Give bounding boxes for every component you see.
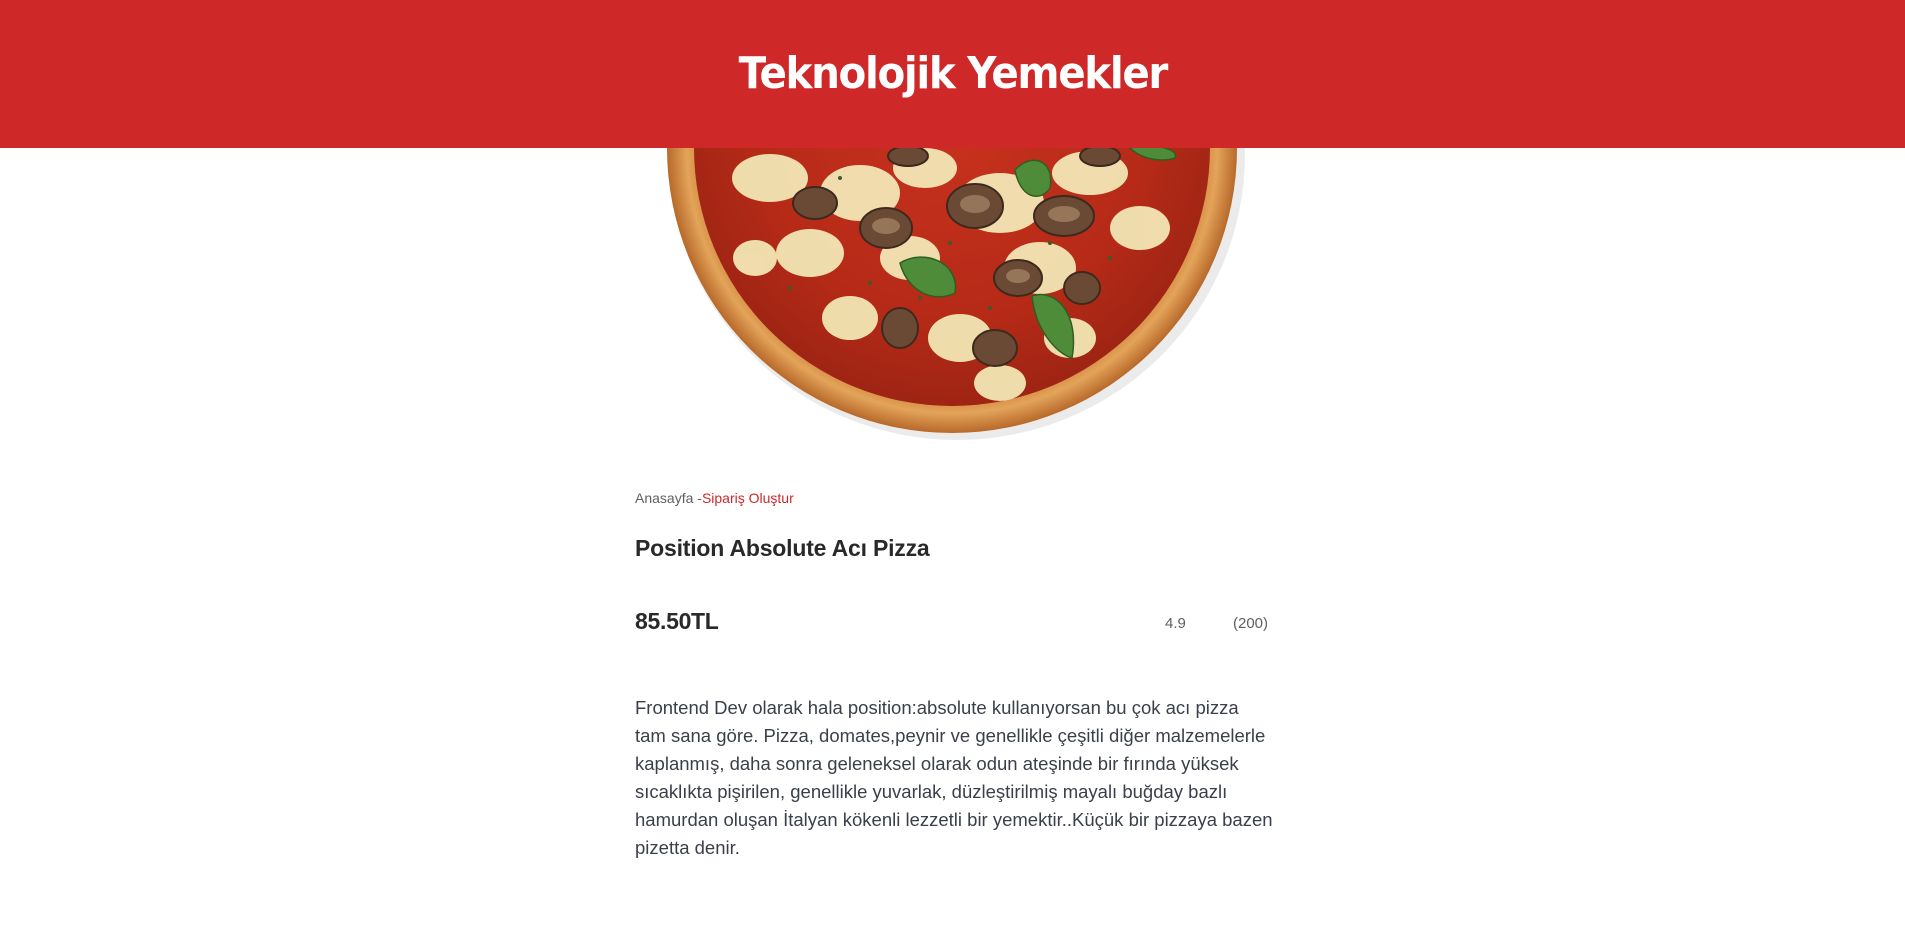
site-header: Teknolojik Yemekler <box>0 0 1905 148</box>
product-review-count: (200) <box>1233 615 1269 632</box>
product-price: 85.50TL <box>635 608 719 634</box>
brand-logo-text[interactable]: Teknolojik Yemekler <box>738 48 1168 99</box>
breadcrumb-home-link[interactable]: Anasayfa - <box>635 490 702 506</box>
breadcrumb-current: Sipariş Oluştur <box>701 490 794 506</box>
pizza-image <box>660 148 1245 448</box>
product-rating: 4.9 <box>1165 615 1186 632</box>
product-title: Position Absolute Acı Pizza <box>635 535 930 561</box>
product-description: Frontend Dev olarak hala position:absolu… <box>635 697 1273 858</box>
breadcrumb: Anasayfa -Sipariş Oluştur <box>635 490 794 506</box>
